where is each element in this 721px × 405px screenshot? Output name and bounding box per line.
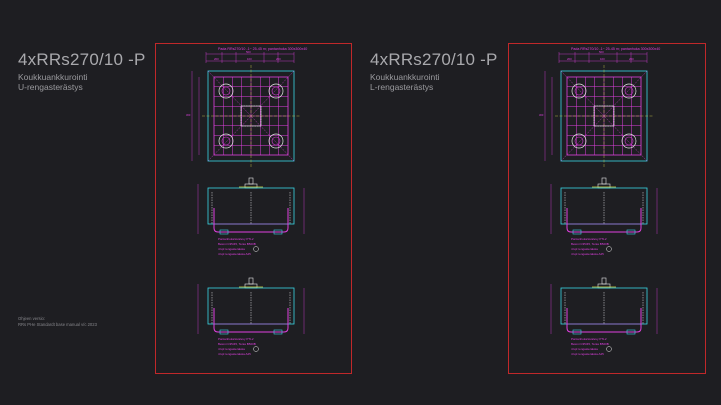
section-note-2: Betoni C35/45, Teras B500B	[571, 242, 609, 246]
note-marker	[606, 246, 612, 252]
anchor-bolt-circle	[621, 133, 637, 149]
left-subtitle-1: Koukkuankkurointi	[18, 72, 88, 82]
left-title: 4xRRs270/10 -P	[18, 50, 146, 69]
section-column	[601, 177, 607, 185]
dim-text-2: 100	[600, 57, 605, 61]
section-note-3: 4 kpl rengasteraksia	[571, 347, 598, 351]
section-note-1: Pantanhuka/sivalevy PTL2	[218, 237, 254, 241]
section-note-3: 4 kpl rengasteraksia	[218, 347, 245, 351]
left-drawing: Pada RRs270/10 -1~ 25-45 m; pantanhuka 3…	[186, 47, 307, 356]
section-note-1: Pantanhuka/sivalevy PTL2	[571, 337, 607, 341]
anchor-bolt-circle	[268, 83, 284, 99]
left-drawing-sheet[interactable]: Pada RRs270/10 -1~ 25-45 m; pantanhuka 3…	[155, 43, 352, 374]
dim-text-2: 100	[247, 57, 252, 61]
section-note-4: 4 kpl rengasteraksia A25	[218, 352, 251, 356]
right-subtitle-2: L-rengasterästys	[370, 82, 434, 92]
right-subtitle-1: Koukkuankkurointi	[370, 72, 440, 82]
anchor-bolt-circle	[571, 133, 587, 149]
anchor-bolt-circle	[268, 133, 284, 149]
left-subtitle-2: U-rengasterästys	[18, 82, 83, 92]
right-title: 4xRRs270/10 -P	[370, 50, 498, 69]
right-drawing-sheet[interactable]: Pada RRs270/10 -1~ 25-45 m; pantanhuka 3…	[508, 43, 706, 374]
anchor-bolt-circle	[218, 83, 234, 99]
dim-text-top: 500	[246, 50, 251, 54]
section-note-4: 4 kpl rengasteraksia A25	[571, 352, 604, 356]
note-marker	[253, 346, 259, 352]
dim-text-1: 200	[214, 57, 219, 61]
section-note-3: 4 kpl rengasteraksia	[571, 247, 598, 251]
right-drawing: Pada RRs270/10 -1~ 25-45 m; pantanhuka 3…	[539, 47, 660, 356]
section-note-3: 4 kpl rengasteraksia	[218, 247, 245, 251]
plan-dim-text: 300	[186, 113, 191, 117]
section-note-2: Betoni C35/45, Teras B500B	[218, 242, 256, 246]
dim-text-3: 200	[629, 57, 634, 61]
section-note-4: 4 kpl rengasteraksia A25	[218, 252, 251, 256]
section-column	[248, 177, 254, 185]
dim-text-1: 200	[567, 57, 572, 61]
sheet-header: Pada RRs270/10 -1~ 25-45 m; pantanhuka 3…	[571, 47, 660, 51]
section-note-1: Pantanhuka/sivalevy PTL2	[571, 237, 607, 241]
sheet-header: Pada RRs270/10 -1~ 25-45 m; pantanhuka 3…	[218, 47, 307, 51]
section-note-2: Betoni C35/45, Teras B500B	[571, 342, 609, 346]
note-marker	[606, 346, 612, 352]
section-note-1: Pantanhuka/sivalevy PTL2	[218, 337, 254, 341]
section-note-2: Betoni C35/45, Teras B500B	[218, 342, 256, 346]
section-column	[601, 277, 607, 285]
version-value: RRs PHe Standardt base manual v/c 2023	[18, 322, 97, 327]
section-column	[248, 277, 254, 285]
note-marker	[253, 246, 259, 252]
dim-text-top: 500	[599, 50, 604, 54]
plan-dim-text: 300	[539, 113, 544, 117]
anchor-bolt-circle	[621, 83, 637, 99]
section-note-4: 4 kpl rengasteraksia A25	[571, 252, 604, 256]
anchor-bolt-circle	[218, 133, 234, 149]
dim-text-3: 200	[276, 57, 281, 61]
anchor-bolt-circle	[571, 83, 587, 99]
